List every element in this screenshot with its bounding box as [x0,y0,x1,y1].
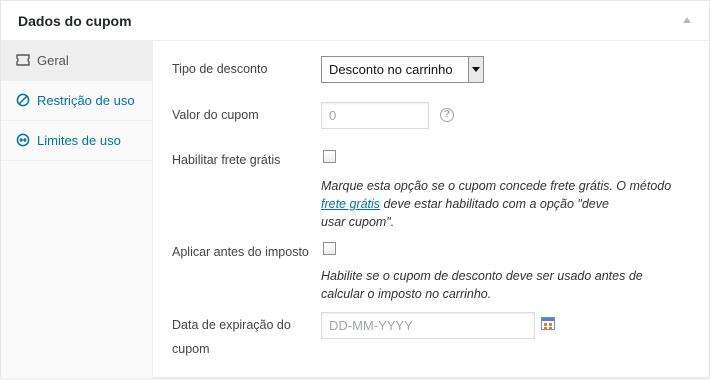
panel-title: Dados do cupom [18,13,132,29]
calendar-dot [549,323,552,326]
coupon-amount-input[interactable] [321,102,429,129]
coupon-tabs: Geral Restrição de uso Limites de uso [1,41,153,378]
ticket-icon [16,54,30,66]
tab-label: Restrição de uso [37,93,135,108]
free-shipping-description: Marque esta opção se o cupom concede fre… [321,177,671,231]
coupon-amount-label: Valor do cupom [172,108,259,122]
coupon-data-panel: Dados do cupom Geral Restrição de uso Li [0,0,710,378]
tab-general[interactable]: Geral [1,41,152,81]
expiry-date-label: cupom [172,342,210,356]
apply-before-tax-description: Habilite se o cupom de desconto deve ser… [321,267,643,303]
calendar-dot [549,327,552,330]
calendar-icon[interactable] [541,317,555,330]
tab-label: Limites de uso [37,133,121,148]
apply-before-tax-desc-line: Habilite se o cupom de desconto deve ser… [321,269,643,283]
expiry-date-input[interactable] [321,312,535,339]
free-shipping-desc-line: usar cupom". [321,215,395,229]
chevron-down-icon [468,57,483,82]
prohibited-icon [16,93,30,107]
free-shipping-link[interactable]: frete grátis [321,197,380,211]
apply-before-tax-label: Aplicar antes do imposto [172,245,309,259]
tab-label: Geral [37,53,69,68]
limit-icon [16,133,30,147]
discount-type-value: Desconto no carrinho [329,62,453,77]
collapse-toggle-icon[interactable] [683,17,691,23]
discount-type-label: Tipo de desconto [172,62,268,76]
free-shipping-label: Habilitar frete grátis [172,153,281,167]
help-icon[interactable]: ? [440,108,454,122]
calendar-dot [544,327,547,330]
free-shipping-desc-line: frete grátis deve estar habilitado com a… [321,195,671,213]
tab-usage-restriction[interactable]: Restrição de uso [1,81,152,121]
apply-before-tax-desc-line: calcular o imposto no carrinho. [321,287,492,301]
tab-usage-limits[interactable]: Limites de uso [1,121,152,161]
expiry-date-label: Data de expiração do [172,318,291,332]
apply-before-tax-checkbox[interactable] [323,242,336,255]
free-shipping-checkbox[interactable] [323,150,336,163]
calendar-dot [544,323,547,326]
panel-header: Dados do cupom [1,1,709,41]
free-shipping-desc-text: deve estar habilitado com a opção "deve [380,197,609,211]
discount-type-select[interactable]: Desconto no carrinho [321,56,484,83]
free-shipping-desc-line: Marque esta opção se o cupom concede fre… [321,179,672,193]
